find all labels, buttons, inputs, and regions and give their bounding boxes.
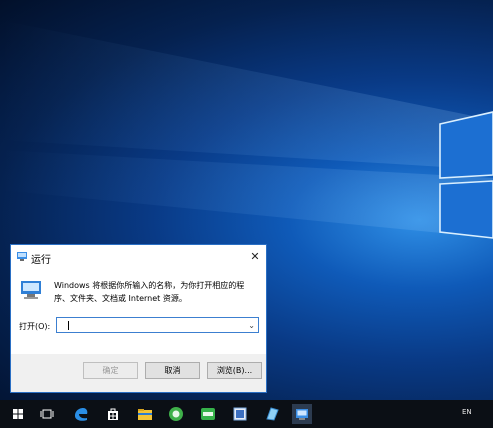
store-icon[interactable] (103, 404, 123, 424)
open-label: 打开(O): (19, 322, 51, 331)
task-view-icon[interactable] (37, 404, 57, 424)
run-program-icon (21, 281, 41, 299)
file-explorer-icon[interactable] (135, 404, 155, 424)
blue-app-icon[interactable] (262, 404, 282, 424)
dialog-content: Windows 将根据你所输入的名称，为你打开相应的程序、文件夹、文档或 Int… (11, 269, 266, 354)
green-app-icon[interactable] (166, 404, 186, 424)
ok-button[interactable]: 确定 (83, 362, 138, 379)
dialog-titlebar: 运行 ✕ (11, 245, 266, 269)
start-icon[interactable] (8, 404, 28, 424)
dialog-description: Windows 将根据你所输入的名称，为你打开相应的程序、文件夹、文档或 Int… (54, 281, 245, 303)
language-indicator[interactable]: EN (462, 408, 472, 416)
run-icon[interactable] (292, 404, 312, 424)
run-dialog: 运行 ✕ Windows 将根据你所输入的名称，为你打开相应的程序、文件夹、文档… (10, 244, 267, 393)
iqiyi-icon[interactable] (198, 404, 218, 424)
close-button[interactable]: ✕ (244, 245, 266, 269)
dialog-title: 运行 (31, 255, 51, 266)
browse-button[interactable]: 浏览(B)... (207, 362, 262, 379)
open-combobox[interactable]: ⌄ (56, 317, 259, 333)
cancel-button[interactable]: 取消 (145, 362, 200, 379)
chevron-down-icon[interactable]: ⌄ (248, 321, 255, 330)
taskbar: EN (0, 400, 493, 428)
button-bar: 确定 取消 浏览(B)... (11, 354, 266, 392)
text-caret (68, 321, 69, 330)
media-app-icon[interactable] (230, 404, 250, 424)
edge-icon[interactable] (71, 404, 91, 424)
run-icon (17, 252, 27, 261)
